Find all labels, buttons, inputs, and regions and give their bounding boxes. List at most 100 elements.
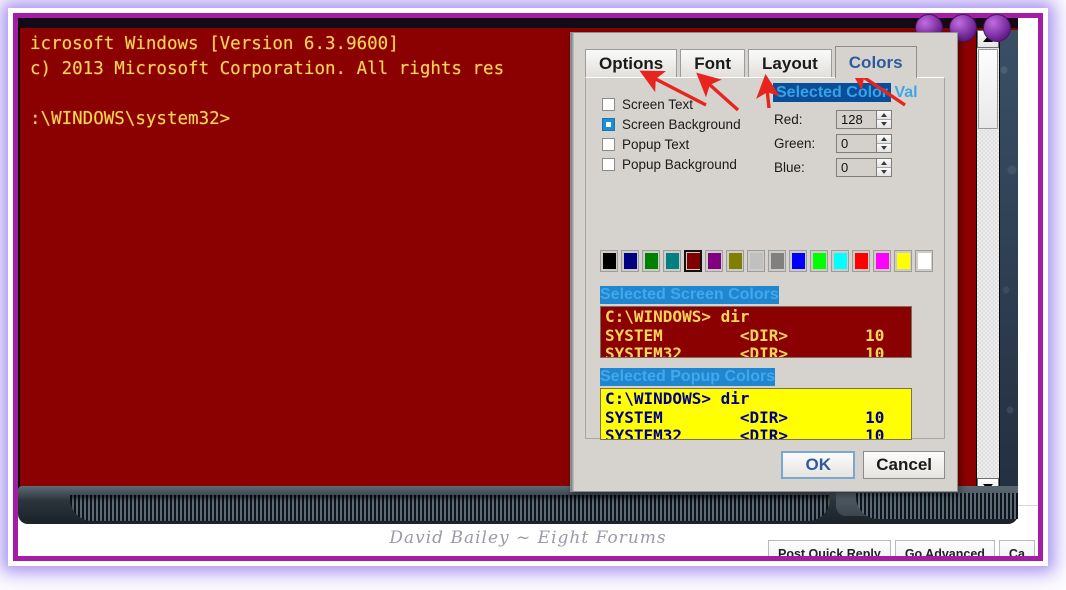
go-advanced-button[interactable]: Go Advanced xyxy=(894,540,995,556)
radio-label: Popup Text xyxy=(622,136,690,152)
ok-button[interactable]: OK xyxy=(781,451,856,479)
group-title-highlight: Selected Color xyxy=(774,84,891,101)
palette-swatch-6[interactable] xyxy=(726,250,744,272)
console-line-2: c) 2013 Microsoft Corporation. All right… xyxy=(30,59,505,79)
cancel-button[interactable]: Cancel xyxy=(863,451,945,479)
palette-swatch-color xyxy=(728,253,742,269)
palette-swatch-12[interactable] xyxy=(852,250,870,272)
close-orb-icon[interactable] xyxy=(983,14,1011,42)
console-scrollbar[interactable] xyxy=(976,30,1000,496)
red-stepper[interactable]: 128 xyxy=(836,110,892,129)
radio-screen-text[interactable]: Screen Text xyxy=(602,94,741,114)
dialog-footer: OK Cancel xyxy=(781,451,945,479)
palette-swatch-15[interactable] xyxy=(915,250,933,272)
palette-swatch-8[interactable] xyxy=(768,250,786,272)
console-line-1: icrosoft Windows [Version 6.3.9600] xyxy=(30,34,399,54)
red-value-row: Red: 128 xyxy=(774,110,892,129)
palette-swatch-color xyxy=(686,253,700,269)
laptop-keyboard xyxy=(70,495,830,521)
green-input[interactable]: 0 xyxy=(836,134,876,153)
palette-swatch-color xyxy=(875,253,889,269)
palette-swatch-color xyxy=(770,253,784,269)
radio-label: Screen Background xyxy=(622,116,741,132)
spinner-down-arrow-icon[interactable] xyxy=(877,119,891,128)
scrollbar-thumb[interactable] xyxy=(978,49,998,129)
blue-value-row: Blue: 0 xyxy=(774,158,892,177)
cancel-forum-button[interactable]: Ca xyxy=(998,540,1035,556)
preview-line: SYSTEM32 <DIR> 10 xyxy=(605,426,885,440)
radio-indicator-icon[interactable] xyxy=(602,137,615,151)
green-value-row: Green: 0 xyxy=(774,134,892,153)
spinner-up-arrow-icon[interactable] xyxy=(877,111,891,119)
blue-spin-buttons[interactable] xyxy=(876,158,892,177)
palette-swatch-color xyxy=(665,253,679,269)
palette-swatch-color xyxy=(791,253,805,269)
red-spin-buttons[interactable] xyxy=(876,110,892,129)
popup-colors-preview: C:\WINDOWS> dir SYSTEM <DIR> 10 SYSTEM32… xyxy=(600,388,912,440)
palette-swatch-3[interactable] xyxy=(663,250,681,272)
group-title-selected-color-values: Selected Color Val xyxy=(774,84,918,102)
palette-swatch-color xyxy=(812,253,826,269)
screen-colors-preview: C:\WINDOWS> dir SYSTEM <DIR> 10 SYSTEM32… xyxy=(600,306,912,358)
radio-screen-background[interactable]: Screen Background xyxy=(602,114,741,134)
palette-swatch-1[interactable] xyxy=(621,250,639,272)
screen-preview-text: C:\WINDOWS> dir SYSTEM <DIR> 10 SYSTEM32… xyxy=(601,307,911,358)
spinner-down-arrow-icon[interactable] xyxy=(877,167,891,176)
palette-swatch-5[interactable] xyxy=(705,250,723,272)
radio-label: Screen Text xyxy=(622,96,694,112)
color-palette[interactable] xyxy=(600,250,933,272)
radio-indicator-checked-icon[interactable] xyxy=(602,117,615,131)
palette-swatch-color xyxy=(896,253,910,269)
palette-swatch-7[interactable] xyxy=(747,250,765,272)
popup-preview-text: C:\WINDOWS> dir SYSTEM <DIR> 10 SYSTEM32… xyxy=(601,389,911,440)
blue-stepper[interactable]: 0 xyxy=(836,158,892,177)
spinner-down-arrow-icon[interactable] xyxy=(877,143,891,152)
red-input[interactable]: 128 xyxy=(836,110,876,129)
preview-line: SYSTEM32 <DIR> 10 xyxy=(605,344,885,358)
palette-swatch-2[interactable] xyxy=(642,250,660,272)
colors-tab-pane: Screen Text Screen Background Popup Text… xyxy=(585,77,945,440)
popup-preview-title-text: Selected Popup Colors xyxy=(600,368,776,386)
radio-indicator-icon[interactable] xyxy=(602,97,615,111)
console-output-text: icrosoft Windows [Version 6.3.9600] c) 2… xyxy=(30,32,504,132)
palette-swatch-9[interactable] xyxy=(789,250,807,272)
post-quick-reply-button[interactable]: Post Quick Reply xyxy=(768,540,891,556)
palette-swatch-color xyxy=(833,253,847,269)
red-label: Red: xyxy=(774,112,803,127)
color-target-radio-group: Screen Text Screen Background Popup Text… xyxy=(602,94,741,174)
radio-popup-text[interactable]: Popup Text xyxy=(602,134,741,154)
palette-swatch-0[interactable] xyxy=(600,250,618,272)
palette-swatch-4[interactable] xyxy=(684,250,702,272)
tab-font[interactable]: Font xyxy=(680,49,746,77)
green-spin-buttons[interactable] xyxy=(876,134,892,153)
spinner-up-arrow-icon[interactable] xyxy=(877,159,891,167)
tab-options[interactable]: Options xyxy=(585,49,678,77)
laptop-keyboard-right xyxy=(856,493,1018,519)
green-label: Green: xyxy=(774,136,816,151)
radio-label: Popup Background xyxy=(622,156,737,172)
palette-swatch-color xyxy=(644,253,658,269)
radio-indicator-icon[interactable] xyxy=(602,157,615,171)
palette-swatch-color xyxy=(854,253,868,269)
palette-swatch-14[interactable] xyxy=(894,250,912,272)
green-stepper[interactable]: 0 xyxy=(836,134,892,153)
palette-swatch-13[interactable] xyxy=(873,250,891,272)
console-title-edge xyxy=(18,18,1018,28)
selected-color-values-group: Selected Color Val Red: 128 Green: 0 Blu… xyxy=(774,84,958,180)
palette-swatch-color xyxy=(602,253,616,269)
tab-layout[interactable]: Layout xyxy=(748,49,832,77)
dialog-left-edge xyxy=(571,33,574,491)
screen-preview-title: Selected Screen Colors xyxy=(600,286,779,304)
radio-popup-background[interactable]: Popup Background xyxy=(602,154,741,174)
blue-input[interactable]: 0 xyxy=(836,158,876,177)
spinner-up-arrow-icon[interactable] xyxy=(877,135,891,143)
palette-swatch-10[interactable] xyxy=(810,250,828,272)
palette-swatch-color xyxy=(917,253,931,269)
palette-swatch-11[interactable] xyxy=(831,250,849,272)
tab-colors[interactable]: Colors xyxy=(834,46,917,78)
screen-preview-title-text: Selected Screen Colors xyxy=(600,286,779,304)
screenshot-root: Signature David Bailey ~ Eight Forums Po… xyxy=(0,0,1066,590)
palette-swatch-color xyxy=(623,253,637,269)
console-properties-dialog[interactable]: Options Font Layout Colors Screen Text S… xyxy=(570,32,958,492)
preview-line: SYSTEM <DIR> 10 xyxy=(605,325,885,345)
